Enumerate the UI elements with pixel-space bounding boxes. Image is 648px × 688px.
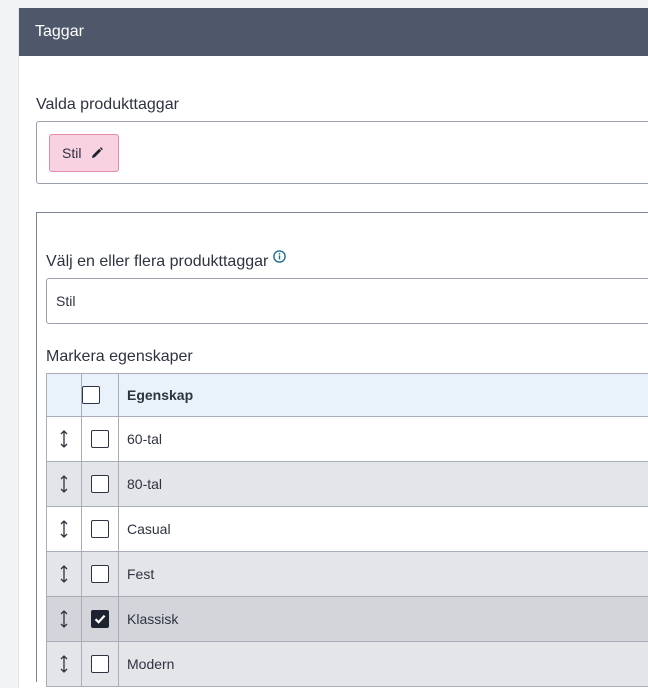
table-row: 80-tal	[47, 462, 648, 507]
table-row: 60-tal	[47, 417, 648, 462]
drag-column-header	[47, 374, 82, 417]
row-name: Fest	[119, 552, 648, 597]
tag-chip-stil[interactable]: Stil	[49, 134, 119, 172]
table-row: Fest	[47, 552, 648, 597]
row-checkbox[interactable]	[91, 475, 109, 493]
select-all-cell	[82, 374, 119, 417]
row-name: Casual	[119, 507, 648, 552]
row-checkbox-cell	[82, 552, 119, 597]
selected-tags-box: Stil	[36, 121, 648, 184]
row-checkbox[interactable]	[91, 565, 109, 583]
row-checkbox-cell	[82, 597, 119, 642]
choose-tags-label: Välj en eller flera produkttaggar	[46, 253, 286, 271]
table-header-row: Egenskap	[47, 374, 648, 417]
row-checkbox-checked[interactable]	[91, 610, 109, 628]
table-row: Modern	[47, 642, 648, 687]
selected-tags-label: Valda produkttaggar	[36, 96, 179, 114]
select-all-checkbox[interactable]	[82, 386, 100, 404]
drag-handle-icon[interactable]	[47, 552, 82, 597]
drag-handle-icon[interactable]	[47, 462, 82, 507]
panel-title: Taggar	[19, 8, 648, 56]
properties-table: Egenskap 60-tal 80-tal	[46, 373, 648, 687]
choose-tags-label-text: Välj en eller flera produkttaggar	[46, 253, 268, 270]
row-checkbox-cell	[82, 462, 119, 507]
drag-handle-icon[interactable]	[47, 642, 82, 687]
drag-handle-icon[interactable]	[47, 417, 82, 462]
row-name: 80-tal	[119, 462, 648, 507]
tag-filter-box: Välj en eller flera produkttaggar Stil M…	[36, 212, 648, 682]
row-checkbox[interactable]	[91, 520, 109, 538]
info-icon[interactable]	[273, 250, 286, 263]
row-name: Klassisk	[119, 597, 648, 642]
column-header-egenskap[interactable]: Egenskap	[119, 374, 648, 417]
row-checkbox-cell	[82, 507, 119, 552]
row-checkbox-cell	[82, 642, 119, 687]
drag-handle-icon[interactable]	[47, 507, 82, 552]
mark-properties-label: Markera egenskaper	[46, 348, 193, 366]
drag-handle-icon[interactable]	[47, 597, 82, 642]
tags-panel: Taggar Valda produkttaggar Stil Välj en …	[18, 8, 648, 688]
tag-chip-label: Stil	[62, 145, 81, 161]
row-name: Modern	[119, 642, 648, 687]
pencil-icon[interactable]	[90, 146, 104, 160]
row-checkbox[interactable]	[91, 430, 109, 448]
table-row: Klassisk	[47, 597, 648, 642]
row-checkbox[interactable]	[91, 655, 109, 673]
row-checkbox-cell	[82, 417, 119, 462]
row-name: 60-tal	[119, 417, 648, 462]
table-row: Casual	[47, 507, 648, 552]
tag-select-input[interactable]: Stil	[46, 278, 648, 324]
